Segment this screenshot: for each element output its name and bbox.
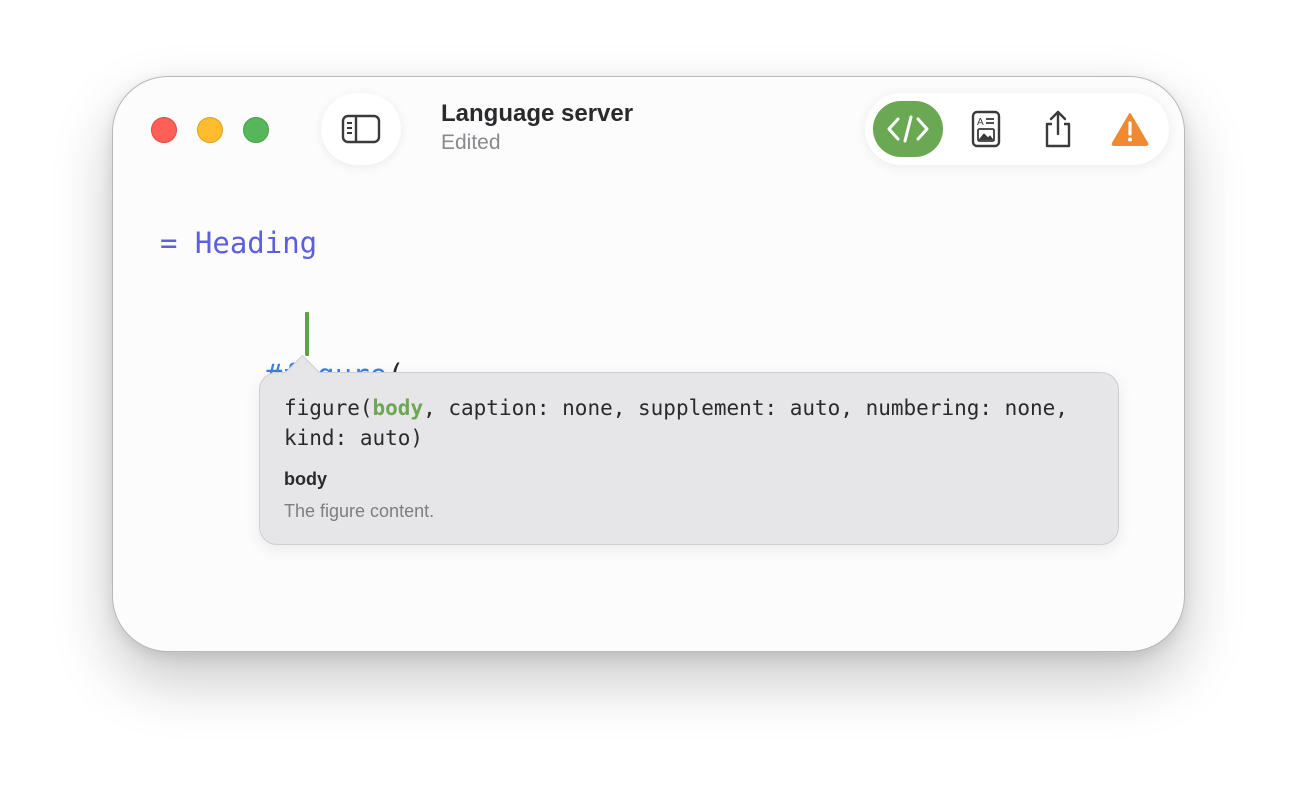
warning-triangle-icon [1111, 113, 1149, 146]
share-icon [1045, 110, 1071, 148]
preview-button[interactable]: A [951, 101, 1021, 157]
minimize-window-button[interactable] [197, 117, 223, 143]
sidebar-icon [341, 114, 381, 144]
document-preview-icon: A [971, 110, 1001, 148]
document-status: Edited [441, 131, 501, 154]
signature-help-popover: figure(body, caption: none, supplement: … [259, 354, 1119, 545]
code-brackets-icon [887, 115, 929, 143]
function-signature: figure(body, caption: none, supplement: … [284, 396, 1081, 450]
parameter-name: body [284, 469, 327, 489]
app-window: Language server Edited A = Heading figur… [112, 76, 1185, 652]
svg-text:A: A [977, 117, 984, 128]
source-code-button[interactable] [873, 101, 943, 157]
zoom-window-button[interactable] [243, 117, 269, 143]
parameter-description: The figure content. [284, 501, 435, 521]
window-title-block: Language server Edited [441, 99, 633, 157]
close-window-button[interactable] [151, 117, 177, 143]
active-parameter: body [372, 396, 424, 420]
text-cursor [305, 312, 309, 356]
share-button[interactable] [1023, 101, 1093, 157]
diagnostics-button[interactable] [1095, 101, 1165, 157]
toolbar: A [865, 93, 1169, 165]
heading-line: = Heading [160, 226, 318, 260]
document-title: Language server [441, 100, 634, 127]
toggle-sidebar-button[interactable] [321, 93, 401, 165]
